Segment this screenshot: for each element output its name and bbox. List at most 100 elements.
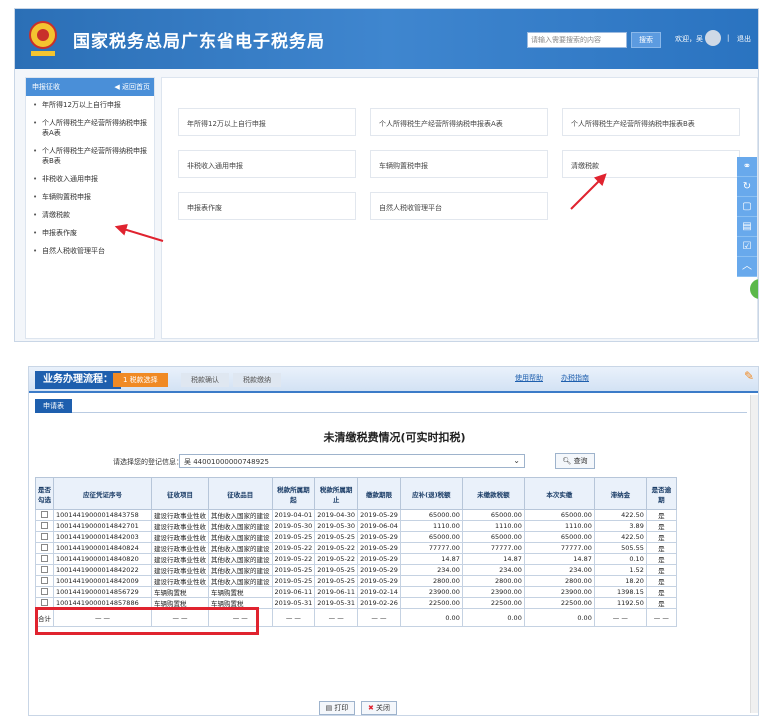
close-button[interactable]: ✖ 关闭 (361, 701, 397, 715)
table-cell: 建设行政事业性收 (151, 575, 209, 587)
table-cell: 3.89 (593, 520, 647, 532)
table-cell: 2019-05-25 (314, 575, 359, 587)
table-cell: 其他收入国家的建设 (208, 553, 273, 565)
table-row: 10014419000014843758 建设行政事业性收 其他收入国家的建设 201… (35, 509, 677, 521)
total-label: 合计 (35, 608, 54, 627)
table-row: 10014419000014840824 建设行政事业性收 其他收入国家的建设 201… (35, 542, 677, 554)
col-header-item: 征收项目 (151, 477, 209, 510)
table-row: 10014419000014840820 建设行政事业性收 其他收入国家的建设 201… (35, 553, 677, 565)
table-cell: 10014419000014840824 (53, 542, 152, 554)
row-checkbox-cell (35, 531, 54, 543)
table-row: 10014419000014842003 建设行政事业性收 其他收入国家的建设 201… (35, 531, 677, 543)
table-row: 10014419000014842009 建设行政事业性收 其他收入国家的建设 201… (35, 575, 677, 587)
table-cell: 77777.00 (523, 542, 595, 554)
table-cell: 14.87 (461, 553, 525, 565)
close-icon: ✖ (367, 704, 377, 712)
table-cell: 2800.00 (399, 575, 463, 587)
row-checkbox-cell (35, 520, 54, 532)
table-cell: 10014419000014843758 (53, 509, 152, 521)
table-cell: 其他收入国家的建设 (208, 575, 273, 587)
table-cell: 2019-05-25 (271, 575, 316, 587)
help-link[interactable]: 使用帮助 (515, 373, 543, 383)
step-tax-selection: 1 税款选择 (113, 373, 168, 387)
table-cell: 10014419000014842022 (53, 564, 152, 576)
table-cell: 是 (645, 586, 677, 598)
table-cell: 22500.00 (461, 597, 525, 609)
table-cell: 建设行政事业性收 (151, 564, 209, 576)
table-cell: 是 (645, 597, 677, 609)
query-button[interactable]: 🔍︎ 查询 (555, 453, 595, 469)
table-cell: 其他收入国家的建设 (208, 564, 273, 576)
row-checkbox[interactable] (41, 510, 48, 518)
arrow-to-tile-pay-tax (570, 173, 607, 210)
table-cell: 10014419000014842009 (53, 575, 152, 587)
table-cell: 77777.00 (461, 542, 525, 554)
annotation-arrows (114, 173, 607, 242)
table-cell: 1398.15 (593, 586, 647, 598)
row-checkbox[interactable] (41, 565, 48, 573)
row-checkbox[interactable] (41, 576, 48, 584)
table-cell: 2019-02-14 (357, 586, 401, 598)
table-cell: 1110.00 (399, 520, 463, 532)
flow-label: 业务办理流程： (35, 371, 121, 389)
table-cell: 建设行政事业性收 (151, 542, 209, 554)
col-header-unpaid: 未缴款税额 (461, 477, 525, 510)
table-header-row: 是否勾选 应征凭证序号 征收项目 征收品目 税款所属期起 税款所属期止 缴款期限… (35, 477, 677, 510)
table-cell: 2019-05-29 (357, 542, 401, 554)
table-cell: 车辆购置税 (151, 597, 209, 609)
total-cell: — — (151, 608, 209, 627)
registration-select[interactable]: 吴 44001000000748925 ⌄ (179, 454, 525, 468)
table-cell: 是 (645, 553, 677, 565)
table-cell: 77777.00 (399, 542, 463, 554)
table-cell: 2019-05-29 (357, 531, 401, 543)
total-cell: — — (53, 608, 152, 627)
table-cell: 是 (645, 531, 677, 543)
table-cell: 建设行政事业性收 (151, 553, 209, 565)
table-cell: 2019-05-22 (314, 542, 359, 554)
table-cell: 422.50 (593, 509, 647, 521)
total-row: 合计 — — — — — — — — — — — —0.00 0.00 0.00— — — — (35, 608, 677, 627)
row-checkbox-cell (35, 597, 54, 609)
pencil-icon[interactable]: ✎ (744, 369, 754, 383)
table-cell: 2019-05-22 (271, 542, 316, 554)
table-cell: 18.20 (593, 575, 647, 587)
table-cell: 2800.00 (523, 575, 595, 587)
table-cell: 22500.00 (523, 597, 595, 609)
table-cell: 2019-05-29 (357, 564, 401, 576)
row-checkbox[interactable] (41, 532, 48, 540)
table-cell: 22500.00 (399, 597, 463, 609)
table-cell: 65000.00 (399, 509, 463, 521)
arrow-to-sidebar-pay-tax (114, 224, 164, 242)
table-cell: 1.52 (593, 564, 647, 576)
row-checkbox[interactable] (41, 521, 48, 529)
table-cell: 65000.00 (523, 531, 595, 543)
row-checkbox[interactable] (41, 543, 48, 551)
col-header-select: 是否勾选 (35, 477, 54, 510)
table-cell: 10014419000014857886 (53, 597, 152, 609)
table-cell: 2019-05-29 (357, 575, 401, 587)
col-header-pay-now: 本次实缴 (523, 477, 595, 510)
table-cell: 2019-05-30 (271, 520, 316, 532)
row-checkbox-cell (35, 509, 54, 521)
row-checkbox[interactable] (41, 554, 48, 562)
table-row: 10014419000014842701 建设行政事业性收 其他收入国家的建设 201… (35, 520, 677, 532)
table-cell: 2800.00 (461, 575, 525, 587)
vertical-scrollbar[interactable] (750, 395, 758, 713)
row-checkbox[interactable] (41, 598, 48, 606)
table-cell: 是 (645, 520, 677, 532)
col-header-late-fee: 滞纳金 (593, 477, 647, 510)
guide-link[interactable]: 办税指南 (561, 373, 589, 383)
table-cell: 其他收入国家的建设 (208, 509, 273, 521)
table-cell: 422.50 (593, 531, 647, 543)
table-cell: 建设行政事业性收 (151, 531, 209, 543)
print-button[interactable]: ▤ 打印 (319, 701, 355, 715)
table-cell: 车辆购置税 (208, 597, 273, 609)
tab-application[interactable]: 申请表 (35, 399, 72, 413)
row-checkbox[interactable] (41, 587, 48, 595)
table-cell: 2019-05-31 (271, 597, 316, 609)
total-cell: — — (271, 608, 316, 627)
table-cell: 建设行政事业性收 (151, 509, 209, 521)
table-cell: 其他收入国家的建设 (208, 531, 273, 543)
total-cell: — — (645, 608, 677, 627)
payment-screenshot: 业务办理流程： 1 税款选择 税款确认 税款缴纳 使用帮助 办税指南 ✎ 申请表… (28, 366, 759, 716)
